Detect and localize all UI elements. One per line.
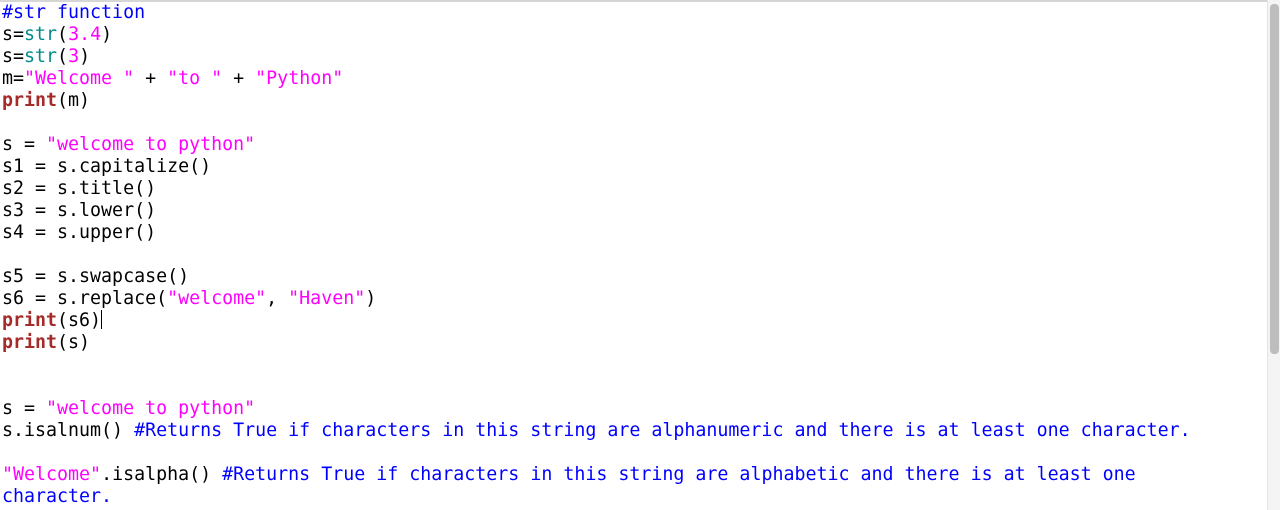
code-line[interactable]: m="Welcome " + "to " + "Python" bbox=[0, 68, 1266, 90]
code-token-string: "Welcome" bbox=[2, 464, 102, 485]
code-line[interactable]: ​ bbox=[0, 376, 1266, 398]
code-token-default: ) bbox=[79, 46, 91, 67]
code-line[interactable]: s4 = s.upper() bbox=[0, 222, 1266, 244]
code-token-default: (s6) bbox=[57, 310, 102, 331]
code-token-string: "Welcome " bbox=[24, 68, 135, 89]
code-line[interactable]: #str function bbox=[0, 2, 1266, 24]
code-line[interactable]: print(s) bbox=[0, 332, 1266, 354]
code-line[interactable]: s = "welcome to python" bbox=[0, 134, 1266, 156]
code-token-default: s5 = s.swapcase() bbox=[2, 266, 190, 287]
code-token-default: (m) bbox=[57, 90, 91, 111]
code-line[interactable]: print(s6) bbox=[0, 310, 1266, 332]
code-line[interactable]: "Welcome".isalpha() #Returns True if cha… bbox=[0, 464, 1266, 486]
code-token-default: .isalpha() bbox=[101, 464, 223, 485]
code-token-default: s2 = s.title() bbox=[2, 178, 157, 199]
code-token-string: "welcome" bbox=[167, 288, 267, 309]
code-token-default: s3 = s.lower() bbox=[2, 200, 157, 221]
code-token-default: s= bbox=[2, 24, 25, 45]
code-token-string: "Python" bbox=[255, 68, 344, 89]
code-line[interactable]: ​ bbox=[0, 442, 1266, 464]
code-token-default: ( bbox=[57, 46, 69, 67]
code-line[interactable]: s1 = s.capitalize() bbox=[0, 156, 1266, 178]
code-line[interactable]: s2 = s.title() bbox=[0, 178, 1266, 200]
code-editor[interactable]: #str function s=str(3.4) s=str(3) m="Welcom… bbox=[0, 2, 1266, 510]
code-token-number: 3.4 bbox=[68, 24, 102, 45]
code-token-default: + bbox=[134, 68, 168, 89]
code-token-string: "to " bbox=[167, 68, 223, 89]
code-line[interactable]: ​ bbox=[0, 354, 1266, 376]
code-token-default: s6 = s.replace( bbox=[2, 288, 168, 309]
code-token-keyword: print bbox=[2, 332, 58, 353]
text-cursor bbox=[101, 310, 103, 329]
code-token-string: "welcome to python" bbox=[46, 134, 256, 155]
code-token-string: "Haven" bbox=[288, 288, 366, 309]
code-token-default: s4 = s.upper() bbox=[2, 222, 157, 243]
code-token-default: s = bbox=[2, 134, 47, 155]
code-line[interactable]: s3 = s.lower() bbox=[0, 200, 1266, 222]
code-line[interactable]: ​ bbox=[0, 112, 1266, 134]
code-token-keyword: print bbox=[2, 90, 58, 111]
code-line[interactable]: ​ bbox=[0, 244, 1266, 266]
code-token-builtin: str bbox=[24, 46, 58, 67]
code-line[interactable]: s6 = s.replace("welcome", "Haven") bbox=[0, 288, 1266, 310]
code-token-default: s.isalnum() bbox=[2, 420, 135, 441]
code-token-builtin: str bbox=[24, 24, 58, 45]
code-token-comment: #Returns True if characters in this stri… bbox=[222, 464, 1136, 485]
code-token-default: s= bbox=[2, 46, 25, 67]
code-line[interactable]: s=str(3.4) bbox=[0, 24, 1266, 46]
code-token-default: ) bbox=[365, 288, 377, 309]
code-line[interactable]: s = "welcome to python" bbox=[0, 398, 1266, 420]
code-line[interactable]: s5 = s.swapcase() bbox=[0, 266, 1266, 288]
code-token-number: 3 bbox=[68, 46, 80, 67]
code-token-default: (s) bbox=[57, 332, 91, 353]
code-line[interactable]: print(m) bbox=[0, 90, 1266, 112]
scrollbar-thumb[interactable] bbox=[1270, 4, 1279, 354]
code-token-default: s = bbox=[2, 398, 47, 419]
code-token-comment: #str function bbox=[2, 2, 146, 23]
code-token-comment: #Returns True if characters in this stri… bbox=[134, 420, 1191, 441]
code-line[interactable]: character. bbox=[0, 486, 1266, 508]
code-line[interactable]: s.isalnum() #Returns True if characters … bbox=[0, 420, 1266, 442]
code-line[interactable]: s=str(3) bbox=[0, 46, 1266, 68]
code-token-default: ( bbox=[57, 24, 69, 45]
code-token-default: , bbox=[266, 288, 289, 309]
code-token-default: m= bbox=[2, 68, 25, 89]
code-token-default: + bbox=[222, 68, 256, 89]
code-token-keyword: print bbox=[2, 310, 58, 331]
code-token-default: s1 = s.capitalize() bbox=[2, 156, 212, 177]
code-token-string: "welcome to python" bbox=[46, 398, 256, 419]
code-token-default: ) bbox=[101, 24, 113, 45]
vertical-scrollbar[interactable] bbox=[1267, 0, 1280, 510]
code-token-comment: character. bbox=[2, 486, 113, 507]
